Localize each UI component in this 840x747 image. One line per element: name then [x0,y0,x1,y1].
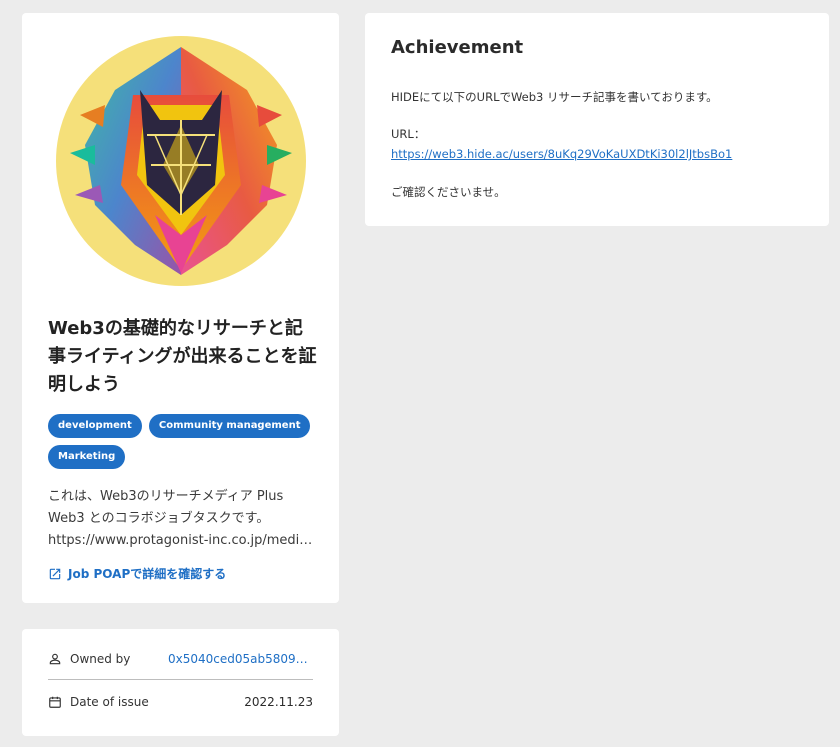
achievement-card: Achievement HIDEにて以下のURLでWeb3 リサーチ記事を書いて… [365,13,829,226]
date-of-issue-label: Date of issue [70,695,149,709]
url-label: URL： [391,127,426,141]
tag-marketing[interactable]: Marketing [48,445,126,469]
divider [48,679,313,680]
description-line: https://www.protagonist-inc.co.jp/media/… [48,533,313,548]
task-description: これは、Web3のリサーチメディア Plus Web3 とのコラボジョブタスクで… [48,486,313,552]
job-poap-link-label: Job POAPで詳細を確認する [68,567,227,581]
date-of-issue-row: Date of issue 2022.11.23 [48,695,313,709]
poap-badge-image [56,36,306,286]
task-card: Web3の基礎的なリサーチと記事ライティングが出来ることを証明しよう devel… [22,13,339,603]
tag-community-management[interactable]: Community management [148,414,311,438]
owned-by-label: Owned by [70,652,131,666]
owner-address-link[interactable]: 0x5040ced05ab58097b... [168,652,313,666]
owned-by-row: Owned by 0x5040ced05ab58097b... [48,652,313,666]
owned-by-label-group: Owned by [48,652,130,666]
tag-list: development Community management Marketi… [48,413,318,475]
achievement-title: Achievement [391,37,524,58]
tag-development[interactable]: development [48,414,142,438]
achievement-text: HIDEにて以下のURLでWeb3 リサーチ記事を書いております。 [391,90,718,104]
description-line: Web3 とのコラボジョブタスクです。 [48,511,270,526]
achievement-url-link[interactable]: https://web3.hide.ac/users/8uKq29VoKaUXD… [391,147,732,161]
description-line: これは、Web3のリサーチメディア Plus [48,489,284,504]
person-icon [49,653,61,665]
external-link-icon [49,568,61,579]
date-label-group: Date of issue [48,695,149,709]
ownership-card: Owned by 0x5040ced05ab58097b... Date of … [22,629,339,736]
date-of-issue-value: 2022.11.23 [244,695,313,709]
task-title: Web3の基礎的なリサーチと記事ライティングが出来ることを証明しよう [48,318,317,395]
achievement-closing: ご確認くださいませ。 [391,185,506,199]
job-poap-link[interactable]: Job POAPで詳細を確認する [48,565,226,582]
calendar-icon [49,696,61,708]
